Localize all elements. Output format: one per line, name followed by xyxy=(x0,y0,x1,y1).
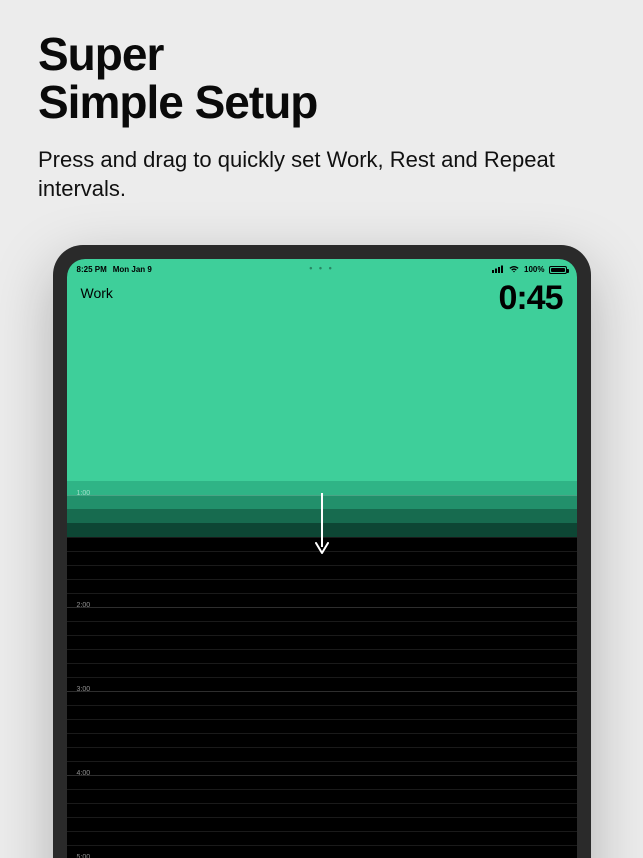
hero-title: Super Simple Setup xyxy=(38,30,605,127)
device-screen: 8:25 PM Mon Jan 9 • • • 100% Work 0:45 xyxy=(67,259,577,858)
battery-percent: 100% xyxy=(524,265,544,274)
tick-label: 2:00 xyxy=(77,602,91,609)
phase-label: Work xyxy=(81,285,113,301)
hero-title-line2: Simple Setup xyxy=(38,76,317,128)
work-interval-zone[interactable]: Work 0:45 xyxy=(67,259,577,481)
wifi-icon xyxy=(508,265,520,275)
timer-app: Work 0:45 1:00 2:00 xyxy=(67,259,577,858)
phase-time: 0:45 xyxy=(498,279,562,318)
multitask-dots-icon: • • • xyxy=(309,263,333,273)
tick-label: 5:00 xyxy=(77,854,91,858)
tick-label: 4:00 xyxy=(77,770,91,777)
remaining-timeline[interactable]: 2:00 3:00 4:00 xyxy=(67,537,577,858)
tick-label: 3:00 xyxy=(77,686,91,693)
battery-icon xyxy=(549,266,567,274)
cellular-signal-icon xyxy=(492,265,504,275)
status-bar: 8:25 PM Mon Jan 9 • • • 100% xyxy=(67,259,577,277)
status-time: 8:25 PM xyxy=(77,265,107,274)
status-date: Mon Jan 9 xyxy=(113,265,152,274)
hero-description: Press and drag to quickly set Work, Rest… xyxy=(38,145,605,204)
hero-title-line1: Super xyxy=(38,28,163,80)
tick-label: 1:00 xyxy=(77,490,91,497)
drag-transition-zone[interactable]: 1:00 xyxy=(67,481,577,537)
device-frame: 8:25 PM Mon Jan 9 • • • 100% Work 0:45 xyxy=(53,245,591,858)
